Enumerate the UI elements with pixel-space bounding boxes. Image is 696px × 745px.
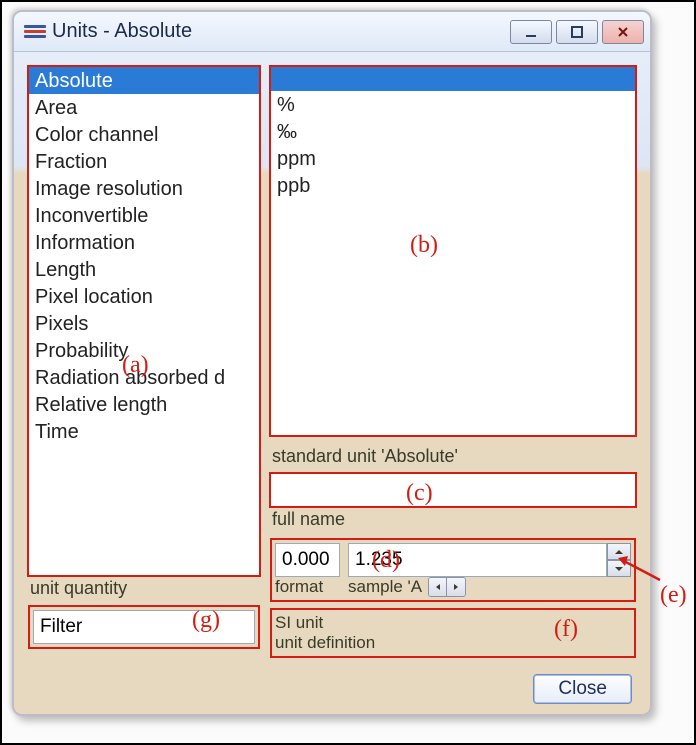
- unit-quantity-list[interactable]: AbsoluteAreaColor channelFractionImage r…: [28, 66, 260, 576]
- si-unit-caption: SI unit: [275, 613, 323, 633]
- maximize-button[interactable]: [556, 20, 598, 44]
- standard-unit-caption: standard unit 'Absolute': [270, 444, 636, 469]
- sample-prev[interactable]: [429, 578, 447, 596]
- format-input[interactable]: [275, 543, 340, 577]
- unit-quantity-caption: unit quantity: [28, 576, 260, 601]
- quantity-item[interactable]: Information: [29, 229, 259, 256]
- app-icon: [24, 23, 46, 41]
- quantity-item[interactable]: Length: [29, 256, 259, 283]
- sample-next[interactable]: [447, 578, 465, 596]
- unit-item-selected-empty[interactable]: [271, 67, 635, 91]
- quantity-item[interactable]: Image resolution: [29, 175, 259, 202]
- sample-spin-up[interactable]: [607, 543, 631, 560]
- format-caption: format: [275, 577, 340, 597]
- quantity-item[interactable]: Area: [29, 94, 259, 121]
- titlebar: Units - Absolute: [14, 12, 650, 52]
- quantity-item[interactable]: Radiation absorbed d: [29, 364, 259, 391]
- unit-item[interactable]: ‰: [271, 118, 635, 145]
- quantity-item[interactable]: Time: [29, 418, 259, 445]
- quantity-item[interactable]: Relative length: [29, 391, 259, 418]
- minimize-button[interactable]: [510, 20, 552, 44]
- quantity-item[interactable]: Probability: [29, 337, 259, 364]
- filter-input[interactable]: [33, 610, 255, 644]
- sample-input[interactable]: [348, 543, 607, 577]
- close-window-button[interactable]: [602, 20, 644, 44]
- unit-list[interactable]: %‰ppmppb: [270, 66, 636, 436]
- window-title: Units - Absolute: [52, 20, 192, 43]
- annotation-e: (e): [660, 582, 687, 609]
- sample-spin-down[interactable]: [607, 560, 631, 577]
- quantity-item[interactable]: Absolute: [29, 67, 259, 94]
- full-name-caption: full name: [270, 507, 636, 532]
- quantity-item[interactable]: Color channel: [29, 121, 259, 148]
- quantity-item[interactable]: Pixels: [29, 310, 259, 337]
- close-button[interactable]: Close: [533, 674, 632, 704]
- sample-nav[interactable]: [428, 577, 466, 597]
- unit-item[interactable]: %: [271, 91, 635, 118]
- unit-item[interactable]: ppm: [271, 145, 635, 172]
- unit-item[interactable]: ppb: [271, 172, 635, 199]
- si-unit-value: [337, 613, 631, 633]
- sample-caption: sample 'A: [348, 577, 422, 597]
- full-name-input[interactable]: [270, 473, 636, 507]
- quantity-item[interactable]: Inconvertible: [29, 202, 259, 229]
- quantity-item[interactable]: Fraction: [29, 148, 259, 175]
- units-dialog: Units - Absolute AbsoluteAreaColor chann…: [12, 10, 652, 716]
- quantity-item[interactable]: Pixel location: [29, 283, 259, 310]
- unit-definition-caption: unit definition: [275, 633, 631, 653]
